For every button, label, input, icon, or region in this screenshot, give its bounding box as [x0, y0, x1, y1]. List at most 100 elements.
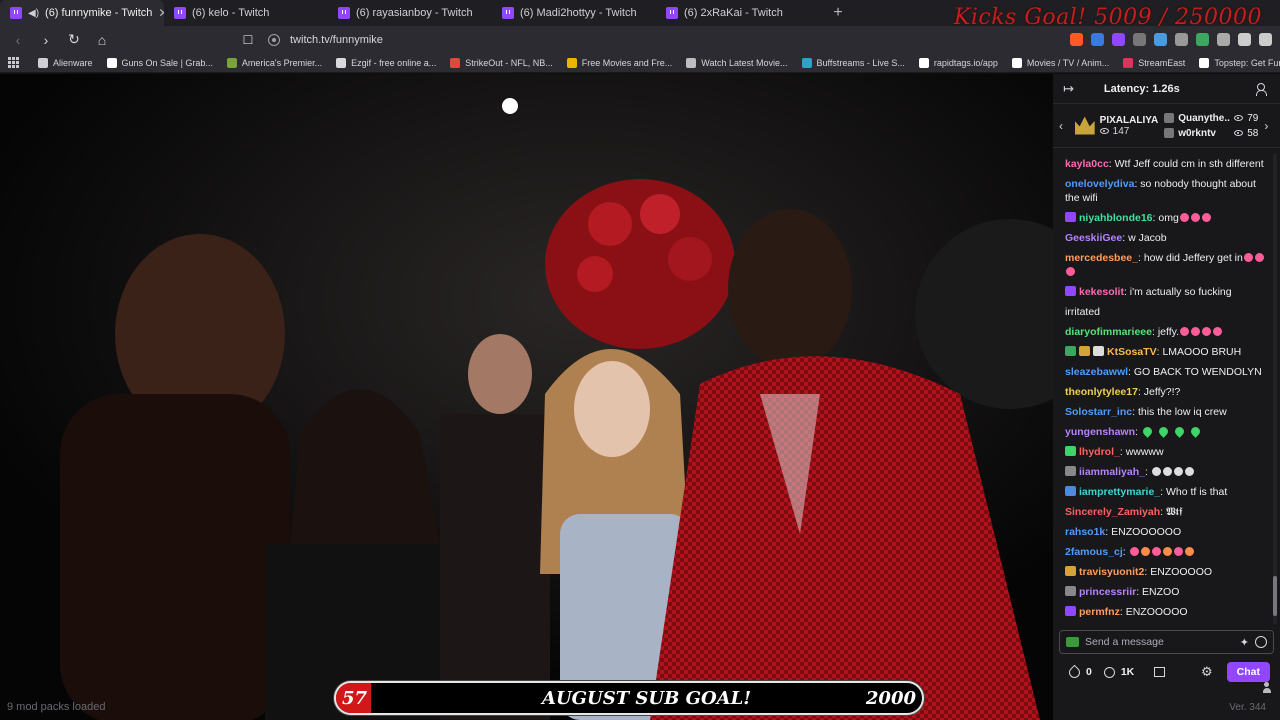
chat-badge-icon[interactable]	[1065, 212, 1076, 222]
green-heart-icon[interactable]	[1188, 425, 1202, 438]
forward-icon[interactable]: ›	[36, 30, 56, 50]
chat-badge-icon[interactable]	[1079, 346, 1090, 356]
extension-icon[interactable]	[1091, 33, 1104, 46]
emote-icon[interactable]	[1129, 547, 1139, 556]
emote-icon[interactable]	[1201, 213, 1211, 222]
speaker-icon[interactable]: ◀)	[28, 8, 39, 19]
sidebar-icon[interactable]	[1238, 33, 1251, 46]
menu-icon[interactable]	[1259, 33, 1272, 46]
browser-tab[interactable]: (6) Madi2hottyy - Twitch	[492, 0, 656, 26]
chat-username[interactable]: kekesolit	[1079, 286, 1124, 298]
green-heart-icon[interactable]	[1172, 425, 1186, 438]
chat-username[interactable]: mercedesbee_	[1065, 252, 1138, 264]
collapse-chat-icon[interactable]: ↦	[1063, 81, 1074, 97]
chat-username[interactable]: sleazebawwl	[1065, 366, 1128, 378]
chat-username[interactable]: Solostarr_inc	[1065, 406, 1132, 418]
chat-username[interactable]: theonlytylee17	[1065, 386, 1138, 398]
emote-icon[interactable]	[1179, 213, 1189, 222]
bookmark-icon[interactable]: ☐	[238, 30, 258, 50]
chat-username[interactable]: onelovelydiva	[1065, 178, 1134, 190]
tab-title[interactable]: (6) funnymike - Twitch	[45, 7, 152, 19]
bookmark-item[interactable]: Watch Latest Movie...	[679, 57, 794, 68]
bookmark-label[interactable]: Guns On Sale | Grab...	[122, 58, 213, 68]
bookmark-label[interactable]: Ezgif - free online a...	[351, 58, 436, 68]
bookmark-item[interactable]: Ezgif - free online a...	[329, 57, 443, 68]
bits-icon[interactable]	[1103, 666, 1115, 678]
chat-username[interactable]: iamprettymarie_	[1079, 486, 1160, 498]
twitch-extension-icon[interactable]	[1112, 33, 1125, 46]
chat-badge-icon[interactable]	[1065, 566, 1076, 576]
bookmark-label[interactable]: Free Movies and Fre...	[582, 58, 673, 68]
leaderboard-entry[interactable]: Quanythe... 79	[1164, 113, 1258, 124]
leaderboard-top[interactable]: PIXALALIYA 147	[1074, 115, 1158, 137]
tab-title[interactable]: (6) Madi2hottyy - Twitch	[520, 7, 637, 19]
emote-icon[interactable]	[1180, 327, 1190, 336]
site-info-icon[interactable]	[268, 33, 280, 46]
chevron-right-icon[interactable]: ›	[1264, 119, 1274, 133]
channel-points-icon[interactable]	[1066, 664, 1083, 680]
bookmark-label[interactable]: Movies / TV / Anim...	[1027, 58, 1109, 68]
emote-icon[interactable]	[1151, 467, 1161, 476]
bits-count[interactable]: 1K	[1121, 666, 1134, 678]
chat-badge-icon[interactable]	[1065, 346, 1076, 356]
url-text[interactable]: twitch.tv/funnymike	[290, 34, 383, 46]
emote-icon[interactable]	[1213, 327, 1223, 336]
chat-username[interactable]: lhydrol_	[1079, 446, 1120, 458]
bookmark-item[interactable]: StreamEast	[1116, 57, 1192, 68]
chat-username[interactable]: GeeskiiGee	[1065, 232, 1122, 244]
chat-username[interactable]: Sincerely_Zamiyah	[1065, 506, 1160, 518]
emote-icon[interactable]	[1243, 253, 1253, 262]
emote-icon[interactable]	[1202, 327, 1212, 336]
bookmark-label[interactable]: rapidtags.io/app	[934, 58, 998, 68]
chat-username[interactable]: travisyuonit2	[1079, 566, 1144, 578]
browser-tab[interactable]: (6) rayasianboy - Twitch	[328, 0, 492, 26]
gift-icon[interactable]	[1154, 667, 1166, 677]
bookmark-item[interactable]: Buffstreams - Live S...	[795, 57, 912, 68]
bookmark-item[interactable]: Free Movies and Fre...	[560, 57, 680, 68]
bookmark-label[interactable]: Alienware	[53, 58, 93, 68]
chat-scrollbar[interactable]	[1273, 154, 1277, 624]
bookmark-item[interactable]: Topstep: Get Funde...	[1192, 57, 1280, 68]
apps-grid-icon[interactable]	[8, 56, 19, 69]
sparkle-icon[interactable]: ✦	[1240, 636, 1249, 649]
bookmark-item[interactable]: Movies / TV / Anim...	[1005, 57, 1116, 68]
bookmark-item[interactable]: Guns On Sale | Grab...	[100, 57, 220, 68]
tab-title[interactable]: (6) 2xRaKai - Twitch	[684, 7, 783, 19]
bookmark-item[interactable]: StrikeOut - NFL, NB...	[443, 57, 560, 68]
browser-tab[interactable]: (6) kelo - Twitch	[164, 0, 328, 26]
chat-username[interactable]: diaryofimmarieee	[1065, 326, 1152, 338]
emote-icon[interactable]	[1151, 547, 1161, 556]
bookmark-label[interactable]: Topstep: Get Funde...	[1214, 58, 1280, 68]
chat-badge-icon[interactable]	[1065, 486, 1076, 496]
chat-username[interactable]: niyahblonde16	[1079, 212, 1153, 224]
browser-tab[interactable]: (6) 2xRaKai - Twitch	[656, 0, 820, 26]
bookmark-label[interactable]: StrikeOut - NFL, NB...	[465, 58, 553, 68]
emote-icon[interactable]	[1140, 547, 1150, 556]
emote-badge-icon[interactable]	[1066, 637, 1079, 647]
emote-icon[interactable]	[1254, 253, 1264, 262]
community-icon[interactable]	[1256, 82, 1270, 96]
puzzle-icon[interactable]	[1217, 33, 1230, 46]
brave-shield-icon[interactable]	[1070, 33, 1083, 46]
extension-icon[interactable]	[1175, 33, 1188, 46]
emote-icon[interactable]	[1066, 267, 1075, 276]
chat-username[interactable]: iiammaliyah_	[1079, 466, 1145, 478]
browser-tab[interactable]: ◀) (6) funnymike - Twitch ✕	[0, 0, 164, 26]
chat-username[interactable]: KtSosaTV	[1107, 346, 1157, 358]
extension-icon[interactable]	[1196, 33, 1209, 46]
emote-icon[interactable]	[1184, 547, 1194, 556]
green-heart-icon[interactable]	[1156, 425, 1170, 438]
emote-icon[interactable]	[1190, 213, 1200, 222]
reload-icon[interactable]: ↻	[64, 30, 84, 50]
video-player[interactable]: 9 mod packs loaded 57 AUGUST SUB GOAL! 2…	[0, 74, 1053, 720]
chat-username[interactable]: 2famous_cj	[1065, 546, 1123, 558]
chat-send-button[interactable]: Chat	[1226, 662, 1270, 682]
extension-icon[interactable]	[1154, 33, 1167, 46]
tab-title[interactable]: (6) kelo - Twitch	[192, 7, 269, 19]
bookmark-item[interactable]: rapidtags.io/app	[912, 57, 1005, 68]
bookmark-label[interactable]: America's Premier...	[242, 58, 322, 68]
leaderboard-entry[interactable]: w0rkntv 58	[1164, 128, 1258, 139]
chat-username[interactable]: kayla0cc	[1065, 158, 1109, 170]
green-heart-icon[interactable]	[1140, 425, 1154, 438]
emote-icon[interactable]	[1173, 467, 1183, 476]
